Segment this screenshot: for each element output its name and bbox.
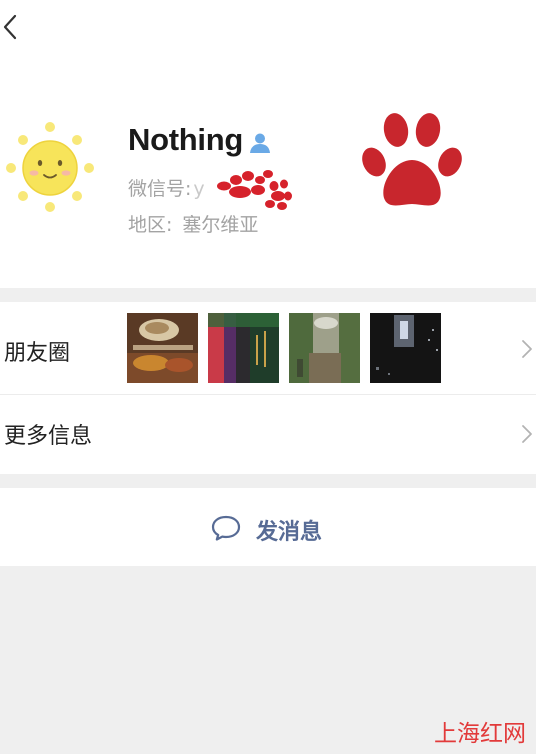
chevron-right-icon (522, 340, 532, 358)
wechat-id-line: 微信号: y (128, 174, 205, 201)
profile-name: Nothing (128, 122, 243, 157)
avatar[interactable] (4, 118, 96, 214)
region-label: 地区: (128, 214, 173, 236)
chevron-left-icon (3, 14, 17, 40)
redaction-paw-mark (217, 170, 292, 210)
neon-photo-thumbnail (208, 313, 279, 383)
send-message-button[interactable]: 发消息 (0, 488, 536, 566)
region-value: 塞尔维亚 (182, 214, 259, 236)
moments-thumbnail[interactable] (289, 313, 360, 383)
back-button[interactable] (0, 10, 30, 44)
site-watermark: 上海红网 (434, 721, 526, 747)
contact-person-icon (250, 133, 270, 153)
moments-thumbnail[interactable] (208, 313, 279, 383)
region-line: 地区: 塞尔维亚 (128, 210, 258, 237)
message-card: 发消息 (0, 488, 536, 566)
wechat-id-label: 微信号: (128, 178, 192, 200)
moments-row[interactable]: 朋友圈 (0, 302, 536, 394)
profile-card: Nothing 微信号: y 地区: 塞尔维亚 (0, 0, 536, 288)
moments-thumbnail[interactable] (370, 313, 441, 383)
paw-print-icon (362, 113, 462, 206)
moments-thumbnail[interactable] (127, 313, 198, 383)
sun-avatar-icon (6, 122, 94, 212)
profile-details-card: 朋友圈 更多信息 (0, 302, 536, 474)
more-info-row[interactable]: 更多信息 (0, 394, 536, 474)
wechat-id-value: y (193, 178, 205, 200)
night-photo-thumbnail (370, 313, 441, 383)
send-message-label: 发消息 (256, 520, 323, 545)
chevron-right-icon (522, 425, 532, 443)
moments-label: 朋友圈 (4, 341, 71, 366)
more-info-label: 更多信息 (4, 424, 93, 449)
chat-bubble-icon (211, 515, 241, 541)
food-photo-thumbnail (127, 313, 198, 383)
street-photo-thumbnail (289, 313, 360, 383)
